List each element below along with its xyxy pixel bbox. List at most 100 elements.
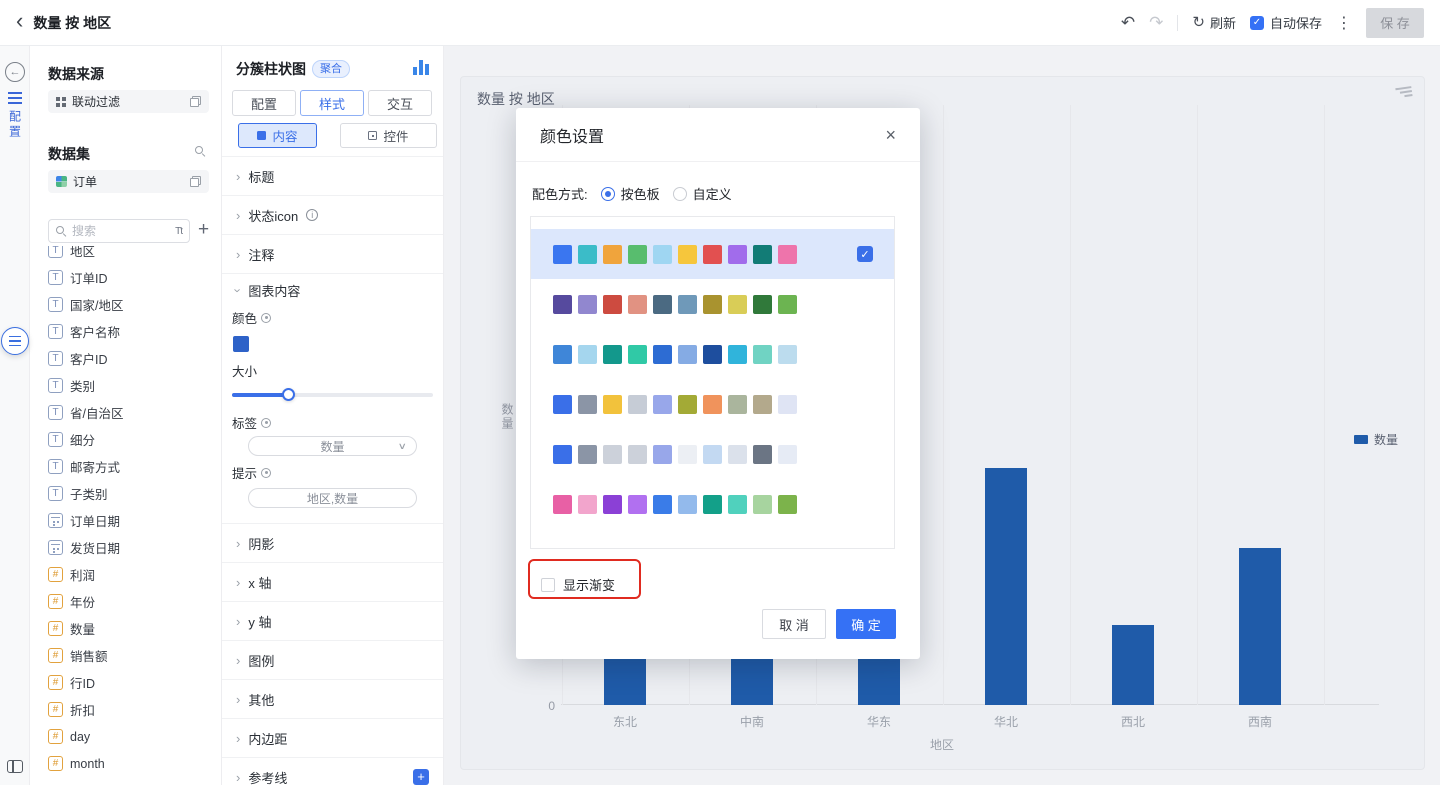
toggle-panel-icon[interactable]: [7, 760, 23, 773]
field-item[interactable]: 订单日期: [48, 507, 221, 534]
field-item[interactable]: #利润: [48, 561, 221, 588]
field-search-input[interactable]: [72, 224, 169, 238]
style-section-row[interactable]: ›状态iconi: [222, 196, 443, 235]
series-color-swatch[interactable]: [233, 336, 249, 352]
style-section-row[interactable]: ›x 轴: [222, 563, 443, 602]
close-icon[interactable]: ×: [885, 126, 896, 144]
palette-row[interactable]: ✓: [531, 229, 894, 279]
subtab-controls[interactable]: 控件: [340, 123, 437, 148]
field-item[interactable]: T省/自治区: [48, 399, 221, 426]
copy-icon[interactable]: [190, 176, 201, 187]
palette-swatch: [753, 295, 772, 314]
add-reference-line-button[interactable]: +: [413, 769, 429, 785]
palette-row[interactable]: [531, 279, 894, 329]
gradient-option[interactable]: 显示渐变: [541, 575, 615, 594]
field-label: 子类别: [70, 484, 108, 503]
field-label: 利润: [70, 565, 95, 584]
style-section-row[interactable]: ›y 轴: [222, 602, 443, 641]
field-item[interactable]: #day: [48, 723, 221, 750]
bar-中南[interactable]: [731, 652, 773, 705]
card-actions-icon[interactable]: [1395, 84, 1415, 101]
save-button[interactable]: 保 存: [1366, 8, 1424, 38]
field-item[interactable]: #数量: [48, 615, 221, 642]
field-item[interactable]: #年份: [48, 588, 221, 615]
autosave-checkbox[interactable]: ✓: [1250, 16, 1264, 30]
y-axis-origin-label: 0: [533, 699, 555, 713]
field-item[interactable]: T订单ID: [48, 264, 221, 291]
bar-西南[interactable]: [1239, 548, 1281, 705]
label-field-select[interactable]: 数量 ∨: [248, 436, 417, 456]
field-item[interactable]: 发货日期: [48, 534, 221, 561]
radio-custom[interactable]: [673, 187, 687, 201]
bar-glyph: [419, 60, 423, 75]
slider-fill: [232, 393, 288, 397]
refresh-button[interactable]: ↻ 刷新: [1192, 13, 1236, 32]
text-format-icon[interactable]: Tt: [175, 226, 182, 237]
field-item[interactable]: #行ID: [48, 669, 221, 696]
option-palette[interactable]: 按色板: [601, 184, 660, 203]
field-item[interactable]: #销售额: [48, 642, 221, 669]
dataset-item[interactable]: 订单: [48, 170, 209, 193]
field-label: 数量: [70, 619, 95, 638]
field-item[interactable]: T邮寄方式: [48, 453, 221, 480]
back-button[interactable]: ‹: [16, 10, 23, 32]
text-field-icon: T: [48, 246, 63, 258]
field-item[interactable]: #month: [48, 750, 221, 777]
palette-row[interactable]: [531, 329, 894, 379]
field-item[interactable]: T细分: [48, 426, 221, 453]
rail-item-config[interactable]: 配置: [0, 92, 30, 140]
bar-华北[interactable]: [985, 468, 1027, 705]
bar-西北[interactable]: [1112, 625, 1154, 705]
field-item[interactable]: T类别: [48, 372, 221, 399]
gear-icon[interactable]: [261, 468, 271, 478]
more-menu-icon[interactable]: ⋮: [1336, 13, 1352, 33]
add-field-button[interactable]: +: [198, 218, 209, 242]
palette-row[interactable]: [531, 429, 894, 479]
slider-handle[interactable]: [282, 388, 295, 401]
autosave-toggle[interactable]: ✓ 自动保存: [1250, 13, 1322, 32]
gradient-checkbox[interactable]: [541, 578, 555, 592]
copy-icon[interactable]: [190, 96, 201, 107]
palette-swatch: [553, 495, 572, 514]
style-section-row[interactable]: ›注释: [222, 235, 443, 274]
dataset-search-icon[interactable]: [195, 146, 205, 156]
size-slider[interactable]: [232, 393, 433, 397]
tooltip-field-box[interactable]: 地区,数量: [248, 488, 417, 508]
legend[interactable]: 数量: [1354, 431, 1398, 448]
radio-palette[interactable]: [601, 187, 615, 201]
gear-icon[interactable]: [261, 418, 271, 428]
option-custom[interactable]: 自定义: [673, 184, 732, 203]
style-section-row[interactable]: ›参考线+: [222, 758, 443, 785]
palette-row[interactable]: [531, 379, 894, 429]
field-item[interactable]: T客户ID: [48, 345, 221, 372]
style-tab[interactable]: 样式: [300, 90, 364, 116]
gear-icon[interactable]: [261, 313, 271, 323]
palette-selected-checkbox[interactable]: ✓: [857, 246, 873, 262]
field-item[interactable]: T国家/地区: [48, 291, 221, 318]
field-search-box[interactable]: Tt: [48, 219, 190, 243]
linkage-filter-item[interactable]: 联动过滤: [48, 90, 209, 113]
info-icon[interactable]: i: [306, 209, 318, 221]
style-tab[interactable]: 配置: [232, 90, 296, 116]
collapse-back-icon[interactable]: ←: [5, 62, 25, 82]
field-item[interactable]: T子类别: [48, 480, 221, 507]
confirm-button[interactable]: 确 定: [836, 609, 896, 639]
field-item[interactable]: T地区: [48, 246, 221, 264]
style-tab[interactable]: 交互: [368, 90, 432, 116]
style-section-row[interactable]: ›其他: [222, 680, 443, 719]
bar-chart-icon[interactable]: [413, 60, 429, 75]
style-section-row[interactable]: ›图例: [222, 641, 443, 680]
cancel-button[interactable]: 取 消: [762, 609, 826, 639]
style-section-row[interactable]: ›阴影: [222, 524, 443, 563]
section-chart-content[interactable]: › 图表内容: [222, 273, 443, 307]
bar-华东[interactable]: [858, 654, 900, 705]
palette-swatch: [778, 495, 797, 514]
subtab-content[interactable]: 内容: [238, 123, 317, 148]
field-item[interactable]: T客户名称: [48, 318, 221, 345]
palette-row[interactable]: [531, 479, 894, 529]
field-item[interactable]: #折扣: [48, 696, 221, 723]
undo-icon[interactable]: ↶: [1121, 14, 1135, 31]
outline-float-button[interactable]: [1, 327, 29, 355]
style-section-row[interactable]: ›内边距: [222, 719, 443, 758]
style-section-row[interactable]: ›标题: [222, 157, 443, 196]
